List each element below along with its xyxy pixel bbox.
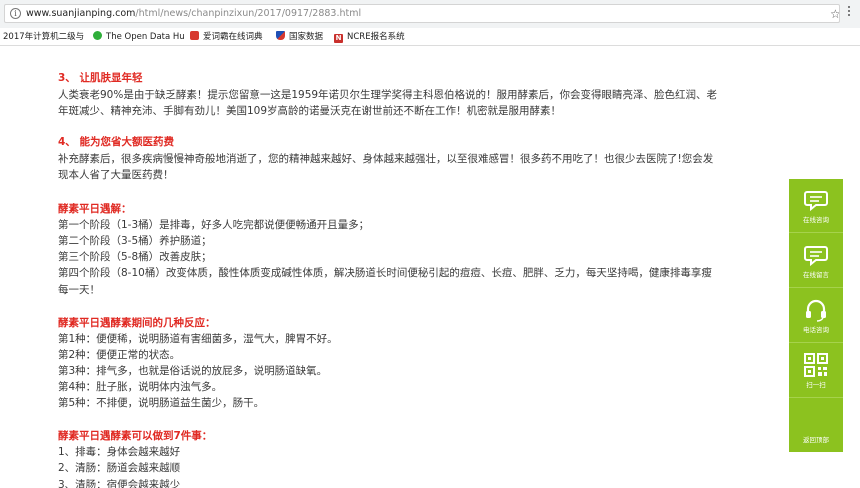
paragraph-line: 第三个阶段（5-8桶）改善皮肤； bbox=[58, 251, 212, 263]
paragraph-line: 第5种：不排便，说明肠道益生菌少，肠干。 bbox=[58, 397, 265, 409]
paragraph-line: 第一个阶段（1-3桶）是排毒，好多人吃完都说便便畅通开且量多； bbox=[58, 219, 370, 231]
paragraph-line: 第1种：便便稀，说明肠道有害细菌多，湿气大，脾胃不好。 bbox=[58, 333, 338, 345]
bookmark-label: 爱词霸在线词典 bbox=[203, 32, 263, 42]
more-icon[interactable] bbox=[847, 6, 851, 18]
paragraph-line: 年斑减少、精神充沛、手脚有劲儿！美国109岁高龄的诺曼沃克在谢世前还不断在工作！… bbox=[58, 105, 562, 117]
paragraph-line: 现本人省了大量医药费！ bbox=[58, 169, 174, 181]
globe-icon bbox=[93, 31, 102, 40]
bookmark-label: NCRE报名系统 bbox=[347, 32, 405, 42]
paragraph-line: 每一天！ bbox=[58, 284, 100, 296]
sidebar-label: 在线留言 bbox=[803, 271, 829, 279]
url-path: /html/news/chanpinzixun/2017/0917/2883.h… bbox=[135, 8, 362, 19]
bookmark-item[interactable]: 2017年计算机二级与 bbox=[3, 31, 84, 43]
bookmark-label: The Open Data Hu bbox=[106, 32, 185, 42]
bookmark-item[interactable]: 国家数据 bbox=[276, 31, 323, 43]
url-text[interactable]: www.suanjianping.com/html/news/chanpinzi… bbox=[26, 8, 361, 20]
section-heading: 酵素平日遇酵素期间的几种反应： bbox=[58, 317, 216, 329]
phone-consult-button[interactable]: 电话咨询 bbox=[789, 289, 843, 343]
qrcode-button[interactable]: 扫一扫 bbox=[789, 344, 843, 398]
bookmark-label: 国家数据 bbox=[289, 32, 324, 42]
paragraph-line: 2、清肠：肠道会越来越顺 bbox=[58, 462, 181, 474]
section-heading: 3、 让肌肤显年轻 bbox=[58, 72, 143, 84]
shield-icon bbox=[276, 31, 285, 40]
paragraph-line: 3、清肠：宿便会越来越少 bbox=[58, 479, 181, 488]
paragraph-line: 第4种：肚子胀，说明体内浊气多。 bbox=[58, 381, 223, 393]
qrcode-icon bbox=[804, 353, 828, 377]
paragraph-line: 第2种：便便正常的状态。 bbox=[58, 349, 181, 361]
back-to-top-label: 返回顶部 bbox=[803, 436, 829, 444]
sidebar-label: 在线咨询 bbox=[803, 216, 829, 224]
article-body: 3、 让肌肤显年轻 人类衰老90%是由于缺乏酵素！提示您留意一这是1959年诺贝… bbox=[0, 46, 860, 488]
online-consult-button[interactable]: 在线咨询 bbox=[789, 179, 843, 233]
bookmark-item[interactable]: N NCRE报名系统 bbox=[334, 31, 405, 43]
info-icon[interactable]: i bbox=[10, 8, 21, 19]
paragraph-line: 第四个阶段（8-10桶）改变体质，酸性体质变成碱性体质，解决肠道长时间便秘引起的… bbox=[58, 267, 712, 279]
star-icon[interactable]: ☆ bbox=[830, 7, 839, 21]
paragraph-line: 补充酵素后，很多疾病慢慢神奇般地消逝了，您的精神越来越好、身体越来越强壮，以至很… bbox=[58, 153, 714, 165]
paragraph-line: 1、排毒：身体会越来越好 bbox=[58, 446, 181, 458]
paragraph-line: 人类衰老90%是由于缺乏酵素！提示您留意一这是1959年诺贝尔生理学奖得主科恩伯… bbox=[58, 89, 718, 101]
headset-icon bbox=[806, 299, 826, 322]
chat-icon bbox=[804, 191, 828, 212]
back-to-top-button[interactable]: 返回顶部 bbox=[789, 398, 843, 452]
bookmark-item[interactable]: The Open Data Hu bbox=[93, 31, 185, 43]
floating-service-bar: 在线咨询 在线留言 电话咨询 扫一扫 返回顶部 bbox=[789, 179, 843, 452]
section-heading: 4、 能为您省大额医药费 bbox=[58, 136, 174, 148]
paragraph-line: 第二个阶段（3-5桶）养护肠道； bbox=[58, 235, 212, 247]
ncre-icon: N bbox=[334, 34, 343, 43]
online-message-button[interactable]: 在线留言 bbox=[789, 234, 843, 288]
url-host: www.suanjianping.com bbox=[26, 8, 136, 19]
url-field[interactable]: i www.suanjianping.com/html/news/chanpin… bbox=[4, 4, 840, 23]
sidebar-label: 扫一扫 bbox=[806, 381, 826, 389]
section-heading: 酵素平日遇解： bbox=[58, 203, 132, 215]
address-bar: i www.suanjianping.com/html/news/chanpin… bbox=[0, 0, 860, 28]
bookmark-label: 2017年计算机二级与 bbox=[3, 32, 85, 42]
dictionary-icon bbox=[190, 31, 199, 40]
paragraph-line: 第3种：排气多，也就是俗话说的放屁多，说明肠道缺氧。 bbox=[58, 365, 328, 377]
sidebar-label: 电话咨询 bbox=[803, 326, 829, 334]
message-icon bbox=[804, 246, 828, 267]
bookmarks-bar: 2017年计算机二级与 The Open Data Hu 爱词霸在线词典 国家数… bbox=[0, 28, 860, 46]
bookmark-item[interactable]: 爱词霸在线词典 bbox=[190, 31, 263, 43]
section-heading: 酵素平日遇酵素可以做到7件事： bbox=[58, 430, 213, 442]
